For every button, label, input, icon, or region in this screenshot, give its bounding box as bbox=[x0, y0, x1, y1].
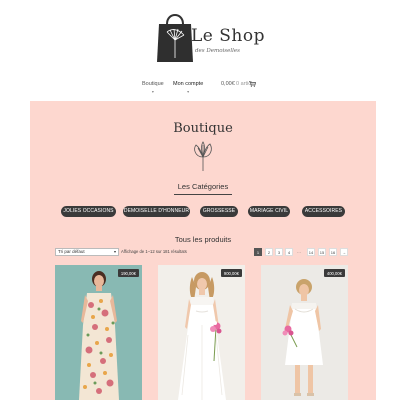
nav-item-boutique[interactable]: Boutique ▾ bbox=[142, 81, 164, 94]
categories-heading-underline bbox=[174, 194, 232, 195]
product-image[interactable] bbox=[55, 265, 142, 400]
category-grossesse[interactable]: GROSSESSE bbox=[200, 206, 238, 217]
cart-icon[interactable] bbox=[249, 81, 257, 89]
brand-name: Le Shop bbox=[191, 26, 265, 46]
page-button-16[interactable]: 16 bbox=[329, 248, 337, 256]
category-jolies-occasions[interactable]: JOLIES OCCASIONS bbox=[61, 206, 116, 217]
price-badge: 400,00€ bbox=[323, 269, 345, 277]
chevron-down-icon: ▾ bbox=[187, 89, 190, 94]
shop-toolbar: Tri par défaut ▾ Affichage de 1–12 sur 1… bbox=[55, 248, 351, 258]
sort-select[interactable]: Tri par défaut ▾ bbox=[55, 248, 119, 256]
page-button-4[interactable]: 4 bbox=[285, 248, 293, 256]
pagination-ellipsis: … bbox=[297, 249, 301, 254]
category-list: JOLIES OCCASIONS DEMOISELLE D'HONNEUR GR… bbox=[30, 206, 376, 218]
nav-item-label: Mon compte bbox=[173, 81, 204, 87]
price-badge: 900,00€ bbox=[220, 269, 242, 277]
product-card[interactable]: 900,00€ bbox=[158, 265, 245, 400]
main-nav: Boutique ▾ Mon compte ▾ 0,00€ 0 article bbox=[0, 81, 400, 95]
result-count: Affichage de 1–12 sur 181 résultats bbox=[121, 249, 187, 254]
next-page-button[interactable]: → bbox=[340, 248, 348, 256]
site-logo[interactable]: Le Shop des Demoiselles bbox=[155, 6, 264, 62]
product-image[interactable] bbox=[261, 265, 348, 400]
product-card[interactable]: 190,00€ bbox=[55, 265, 142, 400]
cart-amount[interactable]: 0,00€ bbox=[221, 81, 235, 87]
page-button-14[interactable]: 14 bbox=[307, 248, 315, 256]
nav-item-mon-compte[interactable]: Mon compte ▾ bbox=[173, 81, 203, 94]
products-heading: Tous les produits bbox=[174, 235, 232, 244]
category-accessoires[interactable]: ACCESSOIRES bbox=[302, 206, 345, 217]
sort-select-value: Tri par défaut bbox=[58, 249, 85, 254]
page-button-3[interactable]: 3 bbox=[275, 248, 283, 256]
categories-heading: Les Catégories bbox=[177, 182, 229, 191]
product-image[interactable] bbox=[158, 265, 245, 400]
nav-item-label: Boutique bbox=[142, 81, 164, 87]
brand-tagline: des Demoiselles bbox=[195, 48, 240, 54]
category-mariage-civil[interactable]: MARIAGE CIVIL bbox=[248, 206, 290, 217]
page-title: Boutique bbox=[173, 121, 233, 136]
chevron-down-icon: ▾ bbox=[113, 249, 116, 254]
ginkgo-flower-icon bbox=[194, 141, 212, 171]
category-demoiselle-d-honneur[interactable]: DEMOISELLE D'HONNEUR bbox=[123, 206, 190, 217]
page-button-15[interactable]: 15 bbox=[318, 248, 326, 256]
product-card[interactable]: 400,00€ bbox=[261, 265, 348, 400]
price-badge: 190,00€ bbox=[117, 269, 139, 277]
shop-main: Boutique Les Catégories JOLIES OCCASIONS… bbox=[30, 101, 376, 400]
page-button-2[interactable]: 2 bbox=[265, 248, 273, 256]
site-header: Le Shop des Demoiselles Boutique ▾ Mon c… bbox=[0, 0, 400, 100]
chevron-down-icon: ▾ bbox=[151, 89, 154, 94]
page-button-1[interactable]: 1 bbox=[254, 248, 262, 256]
shopping-bag-logo-icon bbox=[157, 14, 193, 62]
